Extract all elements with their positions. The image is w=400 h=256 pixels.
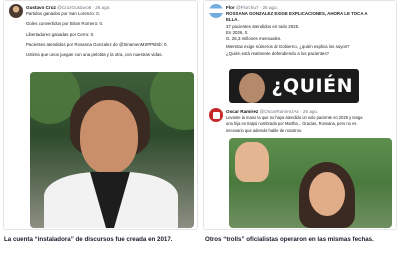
author-handle-date: @Florchu7 · 26 ago.: [235, 5, 278, 10]
tweet-photo[interactable]: [30, 72, 194, 228]
image-headline: ¿QUIÉN: [271, 75, 353, 97]
tweet: Gustavo Cruz @CruzGustavo8 · 26 ago. Par…: [4, 1, 197, 58]
tweet-text: Partidos ganados por San Lorenzo: 0. Gol…: [26, 11, 192, 58]
tweet-line: ¿Quién está realmente defendiendo a los …: [226, 50, 330, 56]
caption-left: La cuenta “instaladora” de discursos fue…: [4, 236, 173, 243]
avatar[interactable]: [209, 108, 223, 122]
tweet-text: ROSSANA GONZALEZ EXIGE EXPLICACIONES, AH…: [226, 11, 391, 57]
tweet-line: necesario que además hable de nosotros.: [226, 127, 303, 133]
avatar[interactable]: [9, 4, 23, 18]
tweet-line: ROSSANA GONZALEZ EXIGE EXPLICACIONES, AH…: [226, 11, 368, 16]
caption-right: Otros “trolls” oficialistas operaron en …: [205, 236, 374, 243]
tweet-header: Gustavo Cruz @CruzGustavo8 · 26 ago.: [26, 4, 192, 11]
tweet-line: Ustima que unos juegan con una pelotita …: [26, 52, 163, 58]
tweet: Oscar Ramírez @OscarRamirezAs · 26 ago. …: [204, 105, 396, 134]
left-tweet-card: Gustavo Cruz @CruzGustavo8 · 26 ago. Par…: [3, 0, 198, 230]
author-handle-date: @OscarRamirezAs · 26 ago.: [259, 109, 319, 114]
author-name[interactable]: Gustavo Cruz: [26, 5, 56, 10]
tweet-header: Flor @Florchu7 · 26 ago.: [226, 4, 391, 11]
tweet-text: Levante la mano la que no haya atendido …: [226, 115, 393, 134]
tweet-header: Oscar Ramírez @OscarRamirezAs · 26 ago.: [226, 108, 393, 115]
tweet: Flor @Florchu7 · 26 ago. ROSSANA GONZALE…: [204, 1, 396, 57]
author-name[interactable]: Flor: [226, 5, 235, 10]
author-handle-date: @CruzGustavo8 · 26 ago.: [57, 5, 111, 10]
right-tweets-card: Flor @Florchu7 · 26 ago. ROSSANA GONZALE…: [203, 0, 397, 230]
tweet-photo[interactable]: [229, 138, 392, 228]
tweet-line: Pacientes atendidos por Rosanna Gonzalez…: [26, 41, 168, 47]
tweet-image[interactable]: ¿QUIÉN: [229, 69, 359, 103]
author-name[interactable]: Oscar Ramírez: [226, 109, 258, 114]
avatar[interactable]: [209, 4, 223, 18]
